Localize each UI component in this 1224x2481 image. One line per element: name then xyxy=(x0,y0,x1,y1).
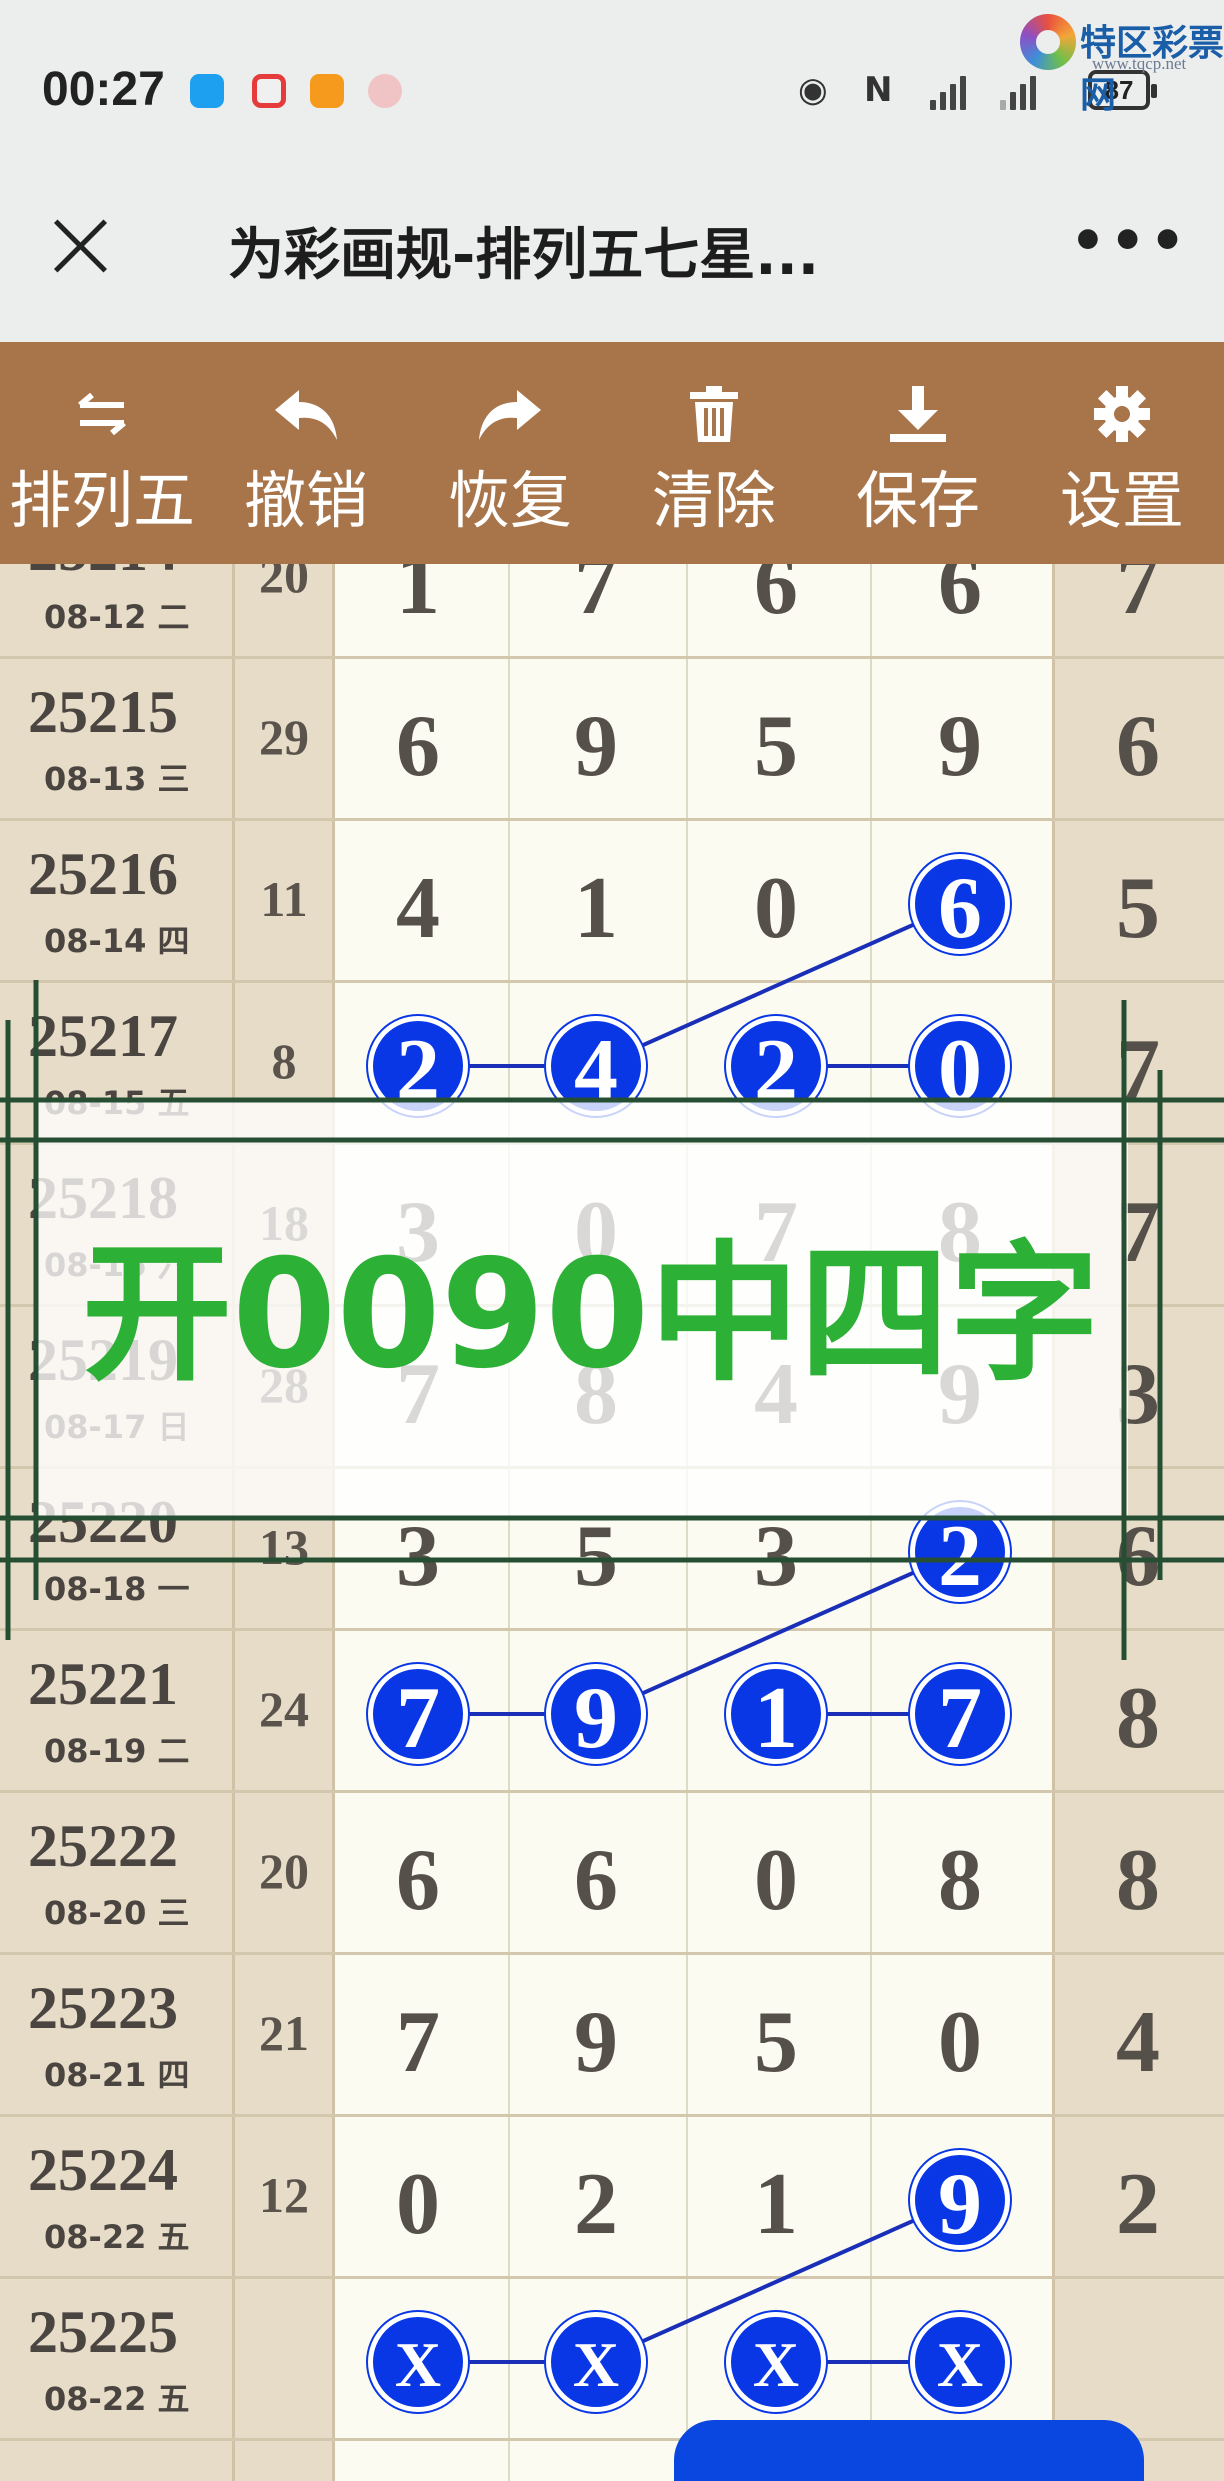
tool-label: 恢复 xyxy=(447,464,572,537)
floating-action-button[interactable] xyxy=(674,2420,1144,2481)
signal-icon xyxy=(1000,70,1036,110)
draw-digit: X xyxy=(752,2329,800,2400)
draw-digit: 9 xyxy=(574,1670,618,1767)
draw-digit: 1 xyxy=(574,860,618,957)
draw-digit: 3 xyxy=(754,1508,798,1605)
download-icon xyxy=(816,384,1020,444)
draw-digit: 0 xyxy=(754,1832,798,1929)
video-icon xyxy=(252,74,286,108)
draw-digit: 0 xyxy=(938,1994,982,2091)
trash-icon xyxy=(612,384,816,444)
close-icon[interactable] xyxy=(50,215,110,275)
draw-digit: 7 xyxy=(396,1994,440,2091)
draw-history-table: 2521408-12 二2072521508-13 三2962521608-14… xyxy=(0,564,1224,2481)
watermark-logo-icon xyxy=(1020,14,1076,70)
signal-icon xyxy=(930,70,966,110)
redo-icon xyxy=(408,384,612,444)
draw-digit: 9 xyxy=(574,698,618,795)
tool-label: 保存 xyxy=(855,464,980,537)
draw-digit: 0 xyxy=(396,2156,440,2253)
draw-digit: 3 xyxy=(396,1508,440,1605)
draw-digit: 6 xyxy=(754,564,798,633)
draw-digit: 5 xyxy=(754,698,798,795)
draw-digit: 1 xyxy=(754,2156,798,2253)
draw-digit: 9 xyxy=(938,698,982,795)
draw-digit: 1 xyxy=(754,1670,798,1767)
draw-digit: 5 xyxy=(754,1994,798,2091)
play-icon xyxy=(310,74,344,108)
tool-label: 排列五 xyxy=(8,464,195,537)
draw-digit: 6 xyxy=(938,564,982,633)
draw-digit: 1 xyxy=(396,564,440,633)
message-icon xyxy=(190,74,224,108)
watermark-url: www.tqcp.net xyxy=(1092,54,1187,73)
tool-save[interactable]: 保存 xyxy=(816,342,1020,564)
tool-label: 撤销 xyxy=(243,464,368,537)
tool-label: 清除 xyxy=(651,464,776,537)
draw-digit: 9 xyxy=(938,2156,982,2253)
gear-icon xyxy=(1020,384,1224,444)
swap-icon xyxy=(0,384,204,444)
tool-settings[interactable]: 设置 xyxy=(1020,342,1224,564)
draw-digit: 7 xyxy=(574,564,618,633)
draw-digit: 5 xyxy=(574,1508,618,1605)
page-title: 为彩画规-排列五七星... xyxy=(228,223,820,288)
draw-digit: 9 xyxy=(574,1994,618,2091)
draw-digit: X xyxy=(572,2329,620,2400)
draw-digit: 0 xyxy=(754,860,798,957)
undo-icon xyxy=(204,384,408,444)
draw-digit: 7 xyxy=(938,1670,982,1767)
draw-digit: 7 xyxy=(396,1670,440,1767)
nfc-icon: N xyxy=(864,70,893,110)
draw-digit: 6 xyxy=(574,1832,618,1929)
annotation-text: 开0090中四字 xyxy=(82,1228,1100,1402)
draw-digit: 2 xyxy=(574,2156,618,2253)
draw-digit: 6 xyxy=(396,1832,440,1929)
draw-digit: 8 xyxy=(938,1832,982,1929)
tool-clear[interactable]: 清除 xyxy=(612,342,816,564)
toolbar: 排列五 撤销 恢复 清除 保存 设置 xyxy=(0,342,1224,564)
draw-digit: X xyxy=(936,2329,984,2400)
tool-redo[interactable]: 恢复 xyxy=(408,342,612,564)
tool-label: 设置 xyxy=(1059,464,1184,537)
status-time: 00:27 xyxy=(42,63,165,116)
tool-undo[interactable]: 撤销 xyxy=(204,342,408,564)
draw-digit: 6 xyxy=(938,860,982,957)
draw-digit: 2 xyxy=(938,1508,982,1605)
draw-digit: 6 xyxy=(396,698,440,795)
draw-digit: X xyxy=(394,2329,442,2400)
draw-digit: 4 xyxy=(396,860,440,957)
more-options-button[interactable]: ••• xyxy=(1070,214,1189,270)
weibo-icon xyxy=(368,74,402,108)
tool-lottery-type[interactable]: 排列五 xyxy=(0,342,204,564)
eye-icon: ◉ xyxy=(798,70,828,110)
